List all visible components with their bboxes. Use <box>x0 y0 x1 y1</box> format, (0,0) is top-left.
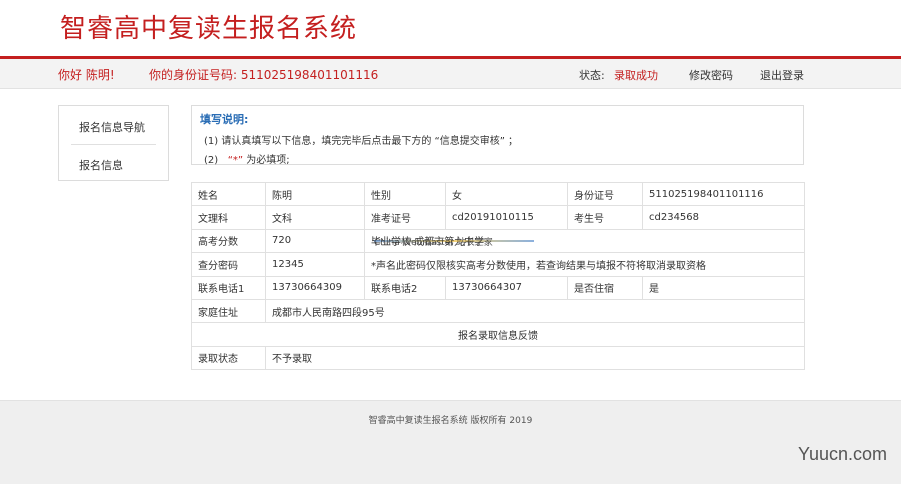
query-password-value: 12345 <box>265 252 365 277</box>
boarding-value: 是 <box>642 275 805 300</box>
boarding-label: 是否住宿 <box>567 275 643 300</box>
feedback-header: 报名录取信息反馈 <box>191 322 805 347</box>
table-row: 姓名 陈明 性别 女 身份证号 511025198401101116 <box>191 181 805 207</box>
exam-number-value: cd234568 <box>642 205 805 230</box>
id-number-text: 你的身份证号码: 511025198401101116 <box>149 68 379 82</box>
name-label: 姓名 <box>191 181 266 207</box>
instructions-line-2-prefix: (2) <box>204 155 219 166</box>
header: 智睿高中复读生报名系统 <box>0 0 901 59</box>
greeting-text: 你好 陈明! <box>58 68 115 82</box>
exam-number-label: 考生号 <box>567 205 643 230</box>
table-row: 文理科 文科 准考证号 cd20191010115 考生号 cd234568 <box>191 205 805 230</box>
query-password-label: 查分密码 <box>191 252 266 277</box>
sidebar-nav: 报名信息导航 报名信息 <box>58 105 169 181</box>
gender-label: 性别 <box>364 181 446 207</box>
track-value: 文科 <box>265 205 365 230</box>
phone2-value: 13730664307 <box>445 275 568 300</box>
status-value: 录取成功 <box>614 69 658 82</box>
user-bar: 你好 陈明! 你的身份证号码: 511025198401101116 状态: 录… <box>0 59 901 89</box>
table-row: 联系电话1 13730664309 联系电话2 13730664307 是否住宿… <box>191 275 805 300</box>
instructions-line-2-suffix: 为必填项; <box>246 155 290 166</box>
table-row: 查分密码 12345 *声名此密码仅限核实高考分数使用，若查询结果与填报不符将取… <box>191 252 805 277</box>
gender-value: 女 <box>445 181 568 207</box>
query-password-note: *声名此密码仅限核实高考分数使用，若查询结果与填报不符将取消录取资格 <box>364 252 805 277</box>
instructions-line-1: (1) 请认真填写以下信息，填完完毕后点击最下方的 “信息提交审核” ； <box>204 136 519 147</box>
table-row: 录取状态 不予录取 <box>191 345 805 371</box>
phone2-label: 联系电话2 <box>364 275 446 300</box>
table-row: 家庭住址 成都市人民南路四段95号 <box>191 298 805 324</box>
instructions-line-2: (2) “*” 为必填项; <box>204 151 290 166</box>
table-row: 报名录取信息反馈 <box>191 322 805 347</box>
logout-link[interactable]: 退出登录 <box>760 67 804 83</box>
score-label: 高考分数 <box>191 228 266 254</box>
idcard-value: 511025198401101116 <box>642 181 805 207</box>
change-password-link[interactable]: 修改密码 <box>689 67 733 83</box>
address-label: 家庭住址 <box>191 298 266 324</box>
registration-info-table: 姓名 陈明 性别 女 身份证号 511025198401101116 文理科 文… <box>191 181 805 371</box>
score-value: 720 <box>265 228 365 254</box>
idcard-label: 身份证号 <box>567 181 643 207</box>
instructions-panel: 填写说明: (1) 请认真填写以下信息，填完完毕后点击最下方的 “信息提交审核”… <box>191 105 804 166</box>
name-value: 陈明 <box>265 181 365 207</box>
required-star: “*” <box>227 155 244 166</box>
ticket-label: 准考证号 <box>364 205 446 230</box>
admission-status-label: 录取状态 <box>191 345 266 371</box>
footer-copyright: 智睿高中复读生报名系统 版权所有 2019 <box>368 416 533 426</box>
watermark-text: China Webmaster 站长之家 <box>374 238 493 248</box>
footer: 智睿高中复读生报名系统 版权所有 2019 Yuucn.com <box>0 400 901 484</box>
site-watermark: Yuucn.com <box>797 444 887 464</box>
sidebar-item-nav-header[interactable]: 报名信息导航 <box>59 119 168 135</box>
track-label: 文理科 <box>191 205 266 230</box>
phone1-label: 联系电话1 <box>191 275 266 300</box>
phone1-value: 13730664309 <box>265 275 365 300</box>
instructions-title: 填写说明: <box>200 113 249 126</box>
address-value: 成都市人民南路四段95号 <box>265 298 805 324</box>
ticket-value: cd20191010115 <box>445 205 568 230</box>
site-title: 智睿高中复读生报名系统 <box>60 14 358 44</box>
sidebar-divider <box>71 144 156 145</box>
sidebar-item-registration-info[interactable]: 报名信息 <box>59 157 168 173</box>
admission-status-value: 不予录取 <box>265 345 805 371</box>
status-label: 状态: <box>579 69 605 82</box>
